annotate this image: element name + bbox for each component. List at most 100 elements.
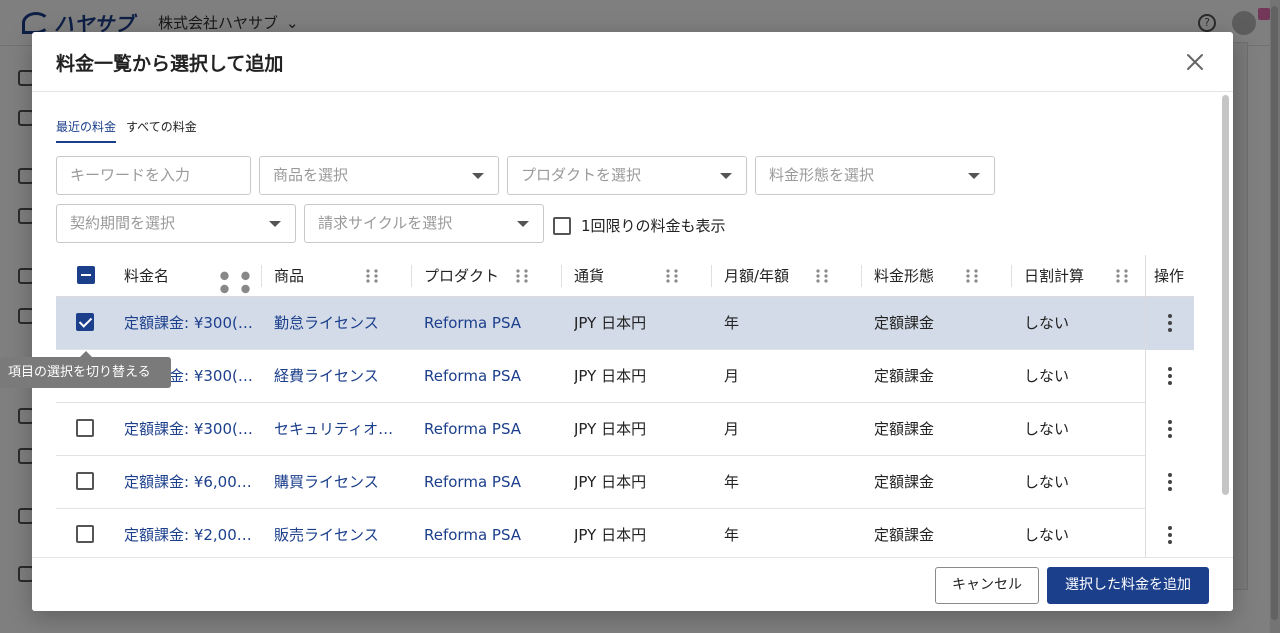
more-vert-icon[interactable] [1168,420,1172,438]
select-price-dialog: 料金一覧から選択して追加 最近の料金 すべての料金 キーワードを入力 商品を選択… [32,32,1233,611]
show-one-time-checkbox[interactable] [553,216,571,235]
drag-handle-icon[interactable] [964,268,980,284]
pricing-type-select-placeholder: 料金形態を選択 [769,166,875,184]
billing-cycle-select-placeholder: 請求サイクルを選択 [318,214,453,232]
pricing-type-cell: 定額課金 [874,526,935,544]
tab-all-prices[interactable]: すべての料金 [126,118,197,143]
row-actions [1145,297,1194,350]
row-checkbox[interactable] [76,419,94,437]
more-vert-icon[interactable] [1168,314,1172,332]
table-row[interactable]: 定額課金: ¥300(… セキュリティオ… Reforma PSA JPY 日本… [56,403,1194,456]
column-header-name[interactable]: 料金名 [124,255,169,297]
row-actions [1145,509,1194,557]
currency-cell: JPY 日本円 [574,473,647,491]
table-row[interactable]: 定額課金: ¥300(… 経費ライセンス Reforma PSA JPY 日本円… [56,350,1194,403]
row-actions [1145,350,1194,403]
row-checkbox[interactable] [76,472,94,490]
show-one-time-label: 1回限りの料金も表示 [581,217,726,235]
column-divider[interactable] [711,265,712,287]
price-name-link[interactable]: 定額課金: ¥300(… [124,403,260,456]
row-actions [1145,456,1194,509]
drag-handle-icon[interactable] [1114,268,1130,284]
more-vert-icon[interactable] [1168,526,1172,544]
tab-recent-prices[interactable]: 最近の料金 [56,118,117,143]
item-link[interactable]: 勤怠ライセンス [274,297,402,350]
item-link[interactable]: セキュリティオ… [274,403,402,456]
product-link[interactable]: Reforma PSA [424,403,554,456]
column-header-product[interactable]: プロダクト [424,255,499,297]
more-vert-icon[interactable] [1168,473,1172,491]
pricing-type-select[interactable]: 料金形態を選択 [755,156,995,195]
select-all-checkbox[interactable] [77,266,95,284]
period-cell: 年 [724,314,740,332]
column-header-prorate[interactable]: 日割計算 [1024,255,1084,297]
column-divider[interactable] [411,265,412,287]
item-link[interactable]: 購買ライセンス [274,456,402,509]
table-row[interactable]: 定額課金: ¥300(… 勤怠ライセンス Reforma PSA JPY 日本円… [56,297,1194,350]
product-select-placeholder: プロダクトを選択 [521,166,642,184]
column-header-currency[interactable]: 通貨 [574,255,604,297]
close-button[interactable] [1183,50,1207,74]
column-divider[interactable] [1011,265,1012,287]
pricing-type-cell: 定額課金 [874,367,935,385]
pricing-type-cell: 定額課金 [874,473,935,491]
column-header-pricing-type[interactable]: 料金形態 [874,255,934,297]
cancel-button[interactable]: キャンセル [935,567,1039,604]
table-row[interactable]: 定額課金: ¥6,000… 購買ライセンス Reforma PSA JPY 日本… [56,456,1194,509]
row-actions [1145,403,1194,456]
show-one-time-toggle[interactable]: 1回限りの料金も表示 [553,215,726,236]
pricing-type-cell: 定額課金 [874,314,935,332]
currency-cell: JPY 日本円 [574,420,647,438]
dialog-scrollbar[interactable] [1220,95,1230,555]
period-cell: 月 [724,367,740,385]
item-link[interactable]: 経費ライセンス [274,350,402,403]
contract-period-select[interactable]: 契約期間を選択 [56,204,296,243]
caret-down-icon [720,173,732,179]
dialog-footer: キャンセル 選択した料金を追加 [32,557,1233,611]
product-link[interactable]: Reforma PSA [424,297,554,350]
currency-cell: JPY 日本円 [574,367,647,385]
table-row[interactable]: 定額課金: ¥2,000… 販売ライセンス Reforma PSA JPY 日本… [56,509,1194,557]
row-checkbox[interactable] [76,525,94,543]
drag-handle-icon[interactable] [814,268,830,284]
column-header-actions: 操作 [1154,267,1185,285]
tabs: 最近の料金 すべての料金 [56,118,197,143]
product-link[interactable]: Reforma PSA [424,509,554,557]
row-checkbox[interactable] [76,313,94,331]
product-link[interactable]: Reforma PSA [424,350,554,403]
add-selected-prices-button[interactable]: 選択した料金を追加 [1047,567,1209,604]
more-vert-icon[interactable] [1168,367,1172,385]
pricing-type-cell: 定額課金 [874,420,935,438]
price-name-link[interactable]: 定額課金: ¥2,000… [124,509,260,557]
price-name-link[interactable]: 定額課金: ¥300(… [124,297,260,350]
product-item-select-placeholder: 商品を選択 [273,166,349,184]
toggle-selection-tooltip: 項目の選択を切り替える [0,351,171,388]
dialog-title: 料金一覧から選択して追加 [56,53,284,75]
period-cell: 年 [724,526,740,544]
column-divider[interactable] [861,265,862,287]
item-link[interactable]: 販売ライセンス [274,509,402,557]
drag-handle-icon[interactable] [364,268,380,284]
keyword-input[interactable]: キーワードを入力 [56,156,251,195]
currency-cell: JPY 日本円 [574,314,647,332]
product-select[interactable]: プロダクトを選択 [507,156,747,195]
dialog-body: 最近の料金 すべての料金 キーワードを入力 商品を選択 プロダクトを選択 料金形… [32,92,1233,557]
contract-period-select-placeholder: 契約期間を選択 [70,214,176,232]
currency-cell: JPY 日本円 [574,526,647,544]
product-link[interactable]: Reforma PSA [424,456,554,509]
column-header-period[interactable]: 月額/年額 [724,255,789,297]
caret-down-icon [269,221,281,227]
column-divider[interactable] [561,265,562,287]
drag-handle-icon[interactable] [514,268,530,284]
column-divider[interactable] [261,265,262,287]
dialog-scrollbar-thumb[interactable] [1222,95,1229,495]
period-cell: 月 [724,420,740,438]
price-name-link[interactable]: 定額課金: ¥6,000… [124,456,260,509]
column-header-item[interactable]: 商品 [274,255,304,297]
period-cell: 年 [724,473,740,491]
drag-handle-icon[interactable] [664,268,680,284]
product-item-select[interactable]: 商品を選択 [259,156,499,195]
billing-cycle-select[interactable]: 請求サイクルを選択 [304,204,544,243]
close-icon [1187,54,1203,70]
prorate-cell: しない [1024,473,1070,491]
